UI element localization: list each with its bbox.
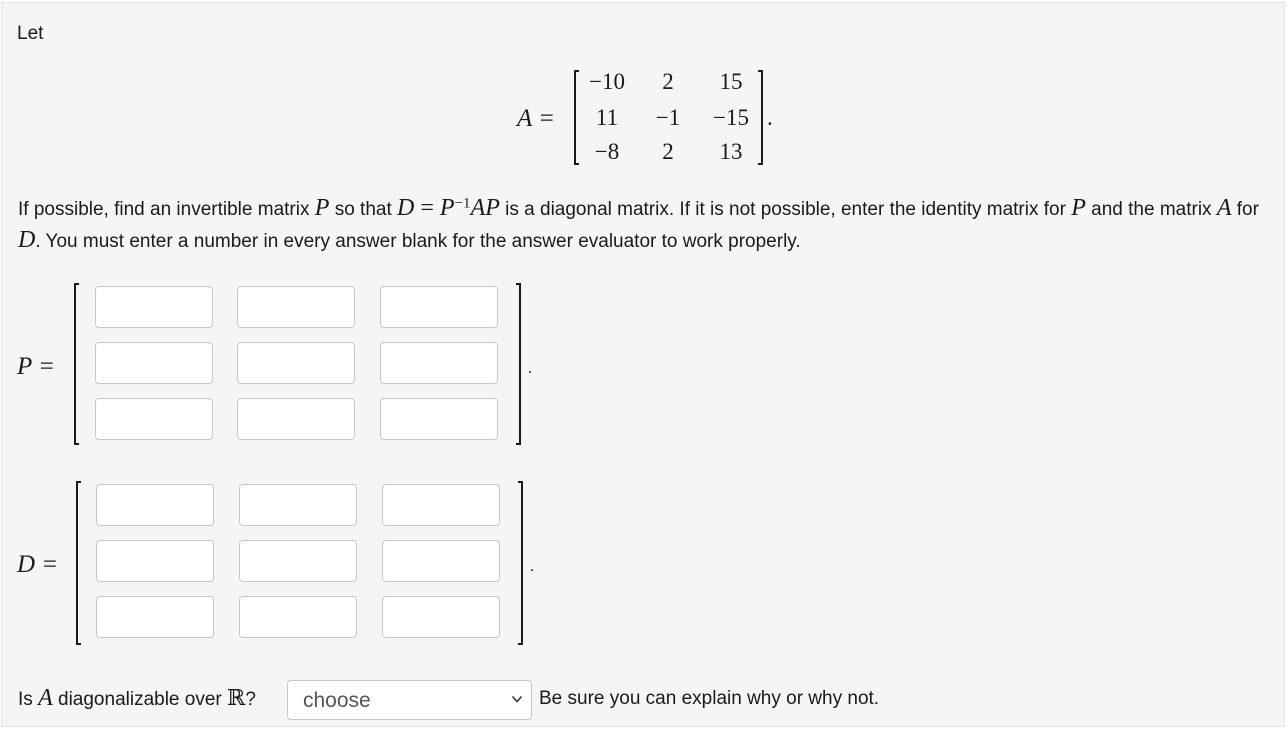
p-entry-r3c2[interactable] [237, 398, 355, 440]
matrix-a-cell: −10 [589, 69, 625, 94]
d-entry-r3c2[interactable] [239, 596, 357, 638]
matrix-d-left-bracket [76, 481, 81, 645]
matrix-a-cell: −8 [594, 139, 620, 164]
d-entry-r3c1[interactable] [96, 596, 214, 638]
matrix-d-label: D = [17, 551, 59, 578]
matrix-p-left-bracket [74, 283, 79, 445]
d-entry-r3c3[interactable] [382, 596, 500, 638]
diagonalizable-select[interactable]: choose [287, 680, 532, 720]
matrix-d-period: . [530, 558, 534, 575]
matrix-a-label: A = [517, 105, 555, 132]
matrix-a-cell: 13 [719, 139, 743, 164]
problem-panel: Let A = −10 2 15 11 −1 −15 −8 2 13 . If … [1, 2, 1285, 727]
p-entry-r2c3[interactable] [380, 342, 498, 384]
matrix-a-cell: 11 [595, 105, 619, 130]
d-entry-r2c3[interactable] [382, 540, 500, 582]
p-entry-r2c2[interactable] [237, 342, 355, 384]
p-entry-r3c1[interactable] [95, 398, 213, 440]
instruction-text: If possible, find an invertible matrix P… [18, 195, 1259, 253]
d-entry-r1c2[interactable] [239, 484, 357, 526]
p-entry-r1c2[interactable] [237, 286, 355, 328]
select-value: choose [303, 689, 371, 712]
d-entry-r1c3[interactable] [382, 484, 500, 526]
matrix-a-cell: 15 [719, 69, 743, 94]
d-entry-r1c1[interactable] [96, 484, 214, 526]
matrix-a-cell: −15 [713, 105, 749, 130]
d-entry-r2c1[interactable] [96, 540, 214, 582]
d-entry-r2c2[interactable] [239, 540, 357, 582]
matrix-a-period: . [767, 105, 773, 130]
p-entry-r2c1[interactable] [95, 342, 213, 384]
matrix-a-cell: −1 [655, 105, 681, 130]
chevron-down-icon [511, 695, 523, 703]
p-entry-r1c1[interactable] [95, 286, 213, 328]
diagonalizable-question: Is A diagonalizable over ℝ? [18, 685, 256, 711]
matrix-p-label: P = [17, 353, 55, 380]
matrix-p-right-bracket [516, 283, 521, 445]
matrix-a-cell: 2 [662, 139, 674, 164]
p-entry-r1c3[interactable] [380, 286, 498, 328]
intro-text: Let [17, 23, 44, 44]
explain-note: Be sure you can explain why or why not. [539, 688, 880, 709]
matrix-d-right-bracket [518, 481, 523, 645]
matrix-p-period: . [528, 360, 532, 377]
matrix-a-cell: 2 [662, 69, 674, 94]
matrix-a-right-bracket [758, 70, 763, 165]
p-entry-r3c3[interactable] [380, 398, 498, 440]
